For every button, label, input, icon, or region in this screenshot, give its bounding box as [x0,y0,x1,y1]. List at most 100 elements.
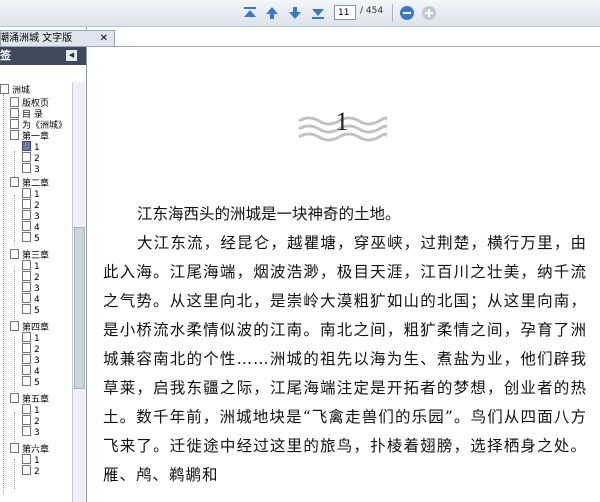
tree-item[interactable]: 为《洲城》 [10,119,67,131]
tree-guide [14,151,15,179]
first-page-button[interactable] [242,5,258,21]
tree-item[interactable]: 1 [22,332,40,344]
chapter-heading: 1 [297,107,387,149]
tree-node-icon [22,221,31,231]
tree-node-icon [10,249,19,259]
tree-item[interactable]: 1 [22,188,40,200]
document-page: 1 江东海西头的洲城是一块神奇的土地。 大江东流，经昆仑，越瞿塘，穿巫峡，过荆楚… [87,47,600,502]
tree-node-icon [22,210,31,220]
tree-node-icon [22,465,31,475]
tree-item-chapter-1[interactable]: 第一章 [10,130,49,142]
tree-node-icon [22,415,31,425]
tree-node-icon [22,304,31,314]
previous-page-button[interactable] [264,5,280,21]
tree-node-icon [22,354,31,364]
tree-node-icon [22,332,31,342]
tree-item[interactable]: 2 [22,343,40,355]
tree-guide [14,459,15,489]
close-icon[interactable]: ✕ [100,31,108,46]
tree-item[interactable]: 1 [22,454,40,466]
document-tab[interactable]: 潮涌洲城 文字版 ✕ [0,30,115,46]
tree-item[interactable]: 3 [22,210,40,222]
tree-node-icon [22,141,31,151]
tree-item[interactable]: 1 [22,141,40,153]
tree-item[interactable]: 3 [22,282,40,294]
tree-node-icon [22,365,31,375]
tree-node-icon [10,393,19,403]
page-total: / 454 [360,6,384,16]
tree-item[interactable]: 2 [22,152,40,164]
previous-page-icon [266,7,278,19]
tree-node-icon [10,97,19,107]
tree-item[interactable]: 5 [22,376,40,388]
tree-item-chapter-6[interactable]: 第六章 [10,443,49,455]
tree-item[interactable]: 4 [22,293,40,305]
tree-guide [14,412,15,442]
tree-node-icon [22,454,31,464]
zoom-out-button[interactable] [421,5,437,21]
tree-node-icon [0,84,9,94]
toolbar-separator [392,4,393,22]
chapter-number: 1 [335,107,349,136]
zoom-in-icon [400,6,414,20]
scrollbar-thumb[interactable] [74,227,85,389]
panel-scrollbar[interactable] [72,82,85,502]
page-number-input[interactable]: 11 [334,5,356,20]
tree-item[interactable]: 2 [22,199,40,211]
tree-node-icon [10,130,19,140]
tree-node-icon [10,321,19,331]
tree-guide [14,337,15,392]
tree-item[interactable]: 5 [22,232,40,244]
first-page-icon [244,7,256,17]
tree-node-icon [10,108,19,118]
tree-item-chapter-3[interactable]: 第三章 [10,249,49,261]
tree-node-icon [22,152,31,162]
last-page-button[interactable] [310,5,326,21]
tree-item[interactable]: 1 [22,404,40,416]
tree-node-icon [22,199,31,209]
tree-item-chapter-2[interactable]: 第二章 [10,177,49,189]
tree-item[interactable]: 4 [22,365,40,377]
reader-toolbar: 11 / 454 [0,0,600,27]
tree-node-icon [22,232,31,242]
tab-divider [0,46,600,47]
bookmark-panel: 签 ◀ 洲城 版权页 目 录 为《洲城》 第一章 1 2 3 第二章 1 2 3… [0,27,87,502]
tree-item[interactable]: 3 [22,354,40,366]
tree-guide [14,195,15,245]
tree-item[interactable]: 2 [22,271,40,283]
tree-item[interactable]: 5 [22,304,40,316]
tree-item-chapter-5[interactable]: 第五章 [10,393,49,405]
tree-item[interactable]: 4 [22,221,40,233]
tree-item[interactable]: 2 [22,465,40,477]
tree-item[interactable]: 3 [22,163,40,175]
panel-header-label: 签 [0,49,11,62]
tree-item[interactable]: 3 [22,426,40,438]
tree-item[interactable]: 目 录 [10,108,43,120]
tree-node-icon [22,343,31,353]
last-page-icon [312,9,324,19]
tree-item[interactable]: 2 [22,415,40,427]
tree-node-icon [22,260,31,270]
tree-item-chapter-4[interactable]: 第四章 [10,321,49,333]
tree-node-icon [22,188,31,198]
zoom-in-button[interactable] [399,5,415,21]
tree-root[interactable]: 洲城 [0,84,30,96]
tree-node-icon [10,443,19,453]
panel-header: 签 ◀ [0,47,86,65]
tree-node-icon [10,119,19,129]
tree-node-icon [22,282,31,292]
document-tab-title: 潮涌洲城 文字版 [0,33,73,44]
collapse-panel-icon[interactable]: ◀ [66,50,77,61]
paragraph-1: 江东海西头的洲城是一块神奇的土地。 [137,205,401,223]
tree-node-icon [22,376,31,386]
tree-guide [3,94,4,494]
tree-node-icon [22,271,31,281]
tree-node-icon [22,163,31,173]
tree-node-icon [22,404,31,414]
next-page-icon [289,7,301,19]
zoom-out-icon [422,6,436,20]
paragraph-2: 大江东流，经昆仑，越瞿塘，穿巫峡，过荆楚，横行万里，由此入海。江尾海端，烟波浩渺… [103,234,587,484]
tree-item[interactable]: 1 [22,260,40,272]
next-page-button[interactable] [287,5,303,21]
tree-item[interactable]: 版权页 [10,97,49,109]
